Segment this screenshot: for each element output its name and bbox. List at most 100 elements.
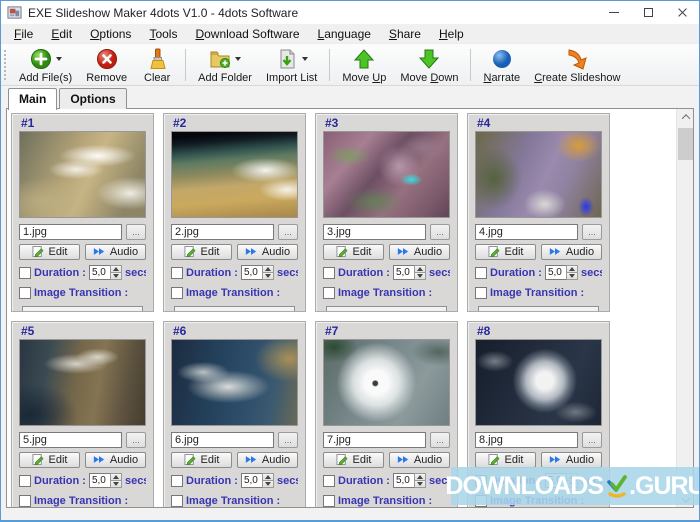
transition-checkbox[interactable] <box>171 287 183 299</box>
duration-increment-button[interactable] <box>413 473 426 481</box>
filename-field[interactable]: 3.jpg <box>323 223 426 240</box>
browse-button[interactable]: ... <box>582 431 602 448</box>
browse-button[interactable]: ... <box>430 431 450 448</box>
toolbar-button-move-down[interactable]: Move Down <box>393 46 465 84</box>
transition-checkbox[interactable] <box>19 495 31 507</box>
audio-button[interactable]: Audio <box>541 451 602 468</box>
slide-number: #2 <box>173 116 187 130</box>
dropdown-arrow-icon[interactable] <box>235 57 242 61</box>
toolbar-button-move-up[interactable]: Move Up <box>335 46 393 84</box>
transition-select[interactable] <box>174 306 295 311</box>
audio-button[interactable]: Audio <box>85 243 146 260</box>
toolbar-button-import-list[interactable]: Import List <box>259 46 324 84</box>
duration-checkbox[interactable] <box>171 474 183 487</box>
audio-button[interactable]: Audio <box>541 243 602 260</box>
audio-button[interactable]: Audio <box>389 451 450 468</box>
toolbar-button-narrate[interactable]: Narrate <box>476 46 527 84</box>
scroll-up-button[interactable] <box>677 109 693 124</box>
toolbar-button-create-slideshow[interactable]: Create Slideshow <box>527 46 627 84</box>
browse-button[interactable]: ... <box>278 223 298 240</box>
filename-field[interactable]: 7.jpg <box>323 431 426 448</box>
menu-item-tools[interactable]: Tools <box>140 25 186 43</box>
browse-button[interactable]: ... <box>126 223 146 240</box>
duration-input[interactable]: 5,0 <box>240 473 262 488</box>
menu-item-language[interactable]: Language <box>309 25 380 43</box>
duration-decrement-button[interactable] <box>261 481 274 488</box>
transition-select[interactable] <box>326 306 447 311</box>
browse-button[interactable]: ... <box>430 223 450 240</box>
filename-field[interactable]: 8.jpg <box>475 431 578 448</box>
dropdown-arrow-icon[interactable] <box>55 57 62 61</box>
menu-item-edit[interactable]: Edit <box>42 25 81 43</box>
duration-increment-button[interactable] <box>565 265 578 273</box>
transition-select[interactable] <box>478 306 599 311</box>
edit-button[interactable]: Edit <box>19 451 80 468</box>
transition-checkbox[interactable] <box>171 495 183 507</box>
audio-button[interactable]: Audio <box>237 451 298 468</box>
filename-field[interactable]: 5.jpg <box>19 431 122 448</box>
browse-button[interactable]: ... <box>126 431 146 448</box>
browse-button[interactable]: ... <box>582 223 602 240</box>
duration-checkbox[interactable] <box>475 266 487 279</box>
duration-checkbox[interactable] <box>323 266 335 279</box>
duration-input[interactable]: 5,0 <box>88 473 110 488</box>
audio-button[interactable]: Audio <box>85 451 146 468</box>
duration-input[interactable]: 5,0 <box>544 265 566 280</box>
edit-button[interactable]: Edit <box>323 243 384 260</box>
menu-item-file[interactable]: File <box>5 25 42 43</box>
edit-button[interactable]: Edit <box>475 451 536 468</box>
maximize-button[interactable] <box>631 1 665 24</box>
scrollbar-thumb[interactable] <box>678 128 693 160</box>
transition-checkbox[interactable] <box>323 287 335 299</box>
filename-field[interactable]: 2.jpg <box>171 223 274 240</box>
toolbar-button-add-folder[interactable]: Add Folder <box>191 46 259 84</box>
menu-item-options[interactable]: Options <box>81 25 140 43</box>
audio-button[interactable]: Audio <box>237 243 298 260</box>
minimize-button[interactable] <box>597 1 631 24</box>
transition-checkbox[interactable] <box>475 287 487 299</box>
duration-checkbox[interactable] <box>19 474 31 487</box>
menu-item-share[interactable]: Share <box>380 25 430 43</box>
duration-decrement-button[interactable] <box>109 481 122 488</box>
filename-field[interactable]: 6.jpg <box>171 431 274 448</box>
menu-item-download-software[interactable]: Download Software <box>186 25 308 43</box>
duration-decrement-button[interactable] <box>413 481 426 488</box>
duration-increment-button[interactable] <box>261 265 274 273</box>
filename-field[interactable]: 4.jpg <box>475 223 578 240</box>
edit-button[interactable]: Edit <box>19 243 80 260</box>
audio-button[interactable]: Audio <box>389 243 450 260</box>
duration-increment-button[interactable] <box>109 265 122 273</box>
edit-button[interactable]: Edit <box>171 451 232 468</box>
duration-decrement-button[interactable] <box>413 273 426 280</box>
toolbar-button-add-file-s[interactable]: Add File(s) <box>12 46 79 84</box>
duration-checkbox[interactable] <box>323 474 335 487</box>
transition-select[interactable] <box>22 306 143 311</box>
toolbar-button-remove[interactable]: Remove <box>79 46 134 84</box>
edit-button[interactable]: Edit <box>323 451 384 468</box>
filename-field[interactable]: 1.jpg <box>19 223 122 240</box>
tab-main[interactable]: Main <box>8 88 58 110</box>
transition-checkbox[interactable] <box>19 287 31 299</box>
duration-input[interactable]: 5,0 <box>392 473 414 488</box>
close-button[interactable] <box>665 1 699 24</box>
duration-checkbox[interactable] <box>19 266 31 279</box>
tab-options[interactable]: Options <box>59 88 127 109</box>
dropdown-arrow-icon[interactable] <box>301 57 308 61</box>
duration-increment-button[interactable] <box>413 265 426 273</box>
edit-button[interactable]: Edit <box>171 243 232 260</box>
duration-decrement-button[interactable] <box>261 273 274 280</box>
menu-item-help[interactable]: Help <box>430 25 473 43</box>
vertical-scrollbar[interactable] <box>676 109 693 507</box>
toolbar-button-clear[interactable]: Clear <box>134 46 180 84</box>
transition-checkbox[interactable] <box>323 495 335 507</box>
duration-input[interactable]: 5,0 <box>392 265 414 280</box>
browse-button[interactable]: ... <box>278 431 298 448</box>
duration-checkbox[interactable] <box>171 266 183 279</box>
duration-input[interactable]: 5,0 <box>88 265 110 280</box>
duration-increment-button[interactable] <box>109 473 122 481</box>
duration-increment-button[interactable] <box>261 473 274 481</box>
duration-decrement-button[interactable] <box>109 273 122 280</box>
edit-button[interactable]: Edit <box>475 243 536 260</box>
duration-input[interactable]: 5,0 <box>240 265 262 280</box>
duration-decrement-button[interactable] <box>565 273 578 280</box>
